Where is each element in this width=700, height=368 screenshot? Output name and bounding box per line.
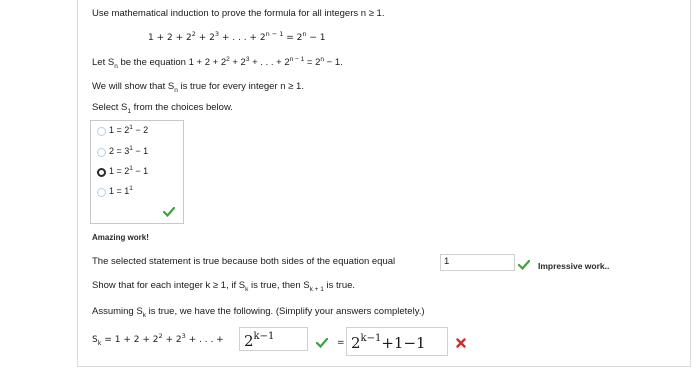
main-formula: 1 + 2 + 22 + 23 + . . . + 2n − 1 = 2n − …	[148, 30, 326, 43]
choice-4-label[interactable]: 1 = 11	[109, 185, 133, 196]
sk-term-correct-check-icon	[316, 338, 328, 348]
statement-correct-check-icon	[518, 260, 530, 270]
choice-2-label[interactable]: 2 = 31 − 1	[109, 145, 148, 156]
select-s1-line: Select S1 from the choices below.	[92, 102, 233, 115]
sk-term-answer-value: 2k−1	[244, 331, 275, 351]
sk-equation-lhs: Sk = 1 + 2 + 22 + 23 + . . . +	[92, 332, 224, 347]
sk-rhs-answer-value: 2k−1+1−1	[351, 333, 426, 353]
choice-1-label[interactable]: 1 = 21 − 2	[109, 124, 148, 135]
show-induction-line: Show that for each integer k ≥ 1, if Sk …	[92, 280, 356, 293]
let-sn-line: Let Sn be the equation 1 + 2 + 22 + 23 +…	[92, 56, 343, 70]
statement-line: The selected statement is true because b…	[92, 256, 396, 267]
choice-3-radio-selected[interactable]	[97, 168, 106, 177]
amazing-work-feedback: Amazing work!	[92, 233, 149, 242]
question-prompt: Use mathematical induction to prove the …	[92, 8, 385, 19]
choice-4-radio[interactable]	[97, 188, 106, 197]
choices-box: 1 = 21 − 2 2 = 31 − 1 1 = 21 − 1 1 = 11	[90, 120, 184, 224]
impressive-work-feedback: Impressive work..	[538, 261, 610, 271]
statement-answer-box[interactable]: 1	[440, 254, 515, 271]
sk-rhs-answer-box[interactable]: 2k−1+1−1	[346, 327, 448, 356]
sk-term-answer-box[interactable]: 2k−1	[239, 327, 308, 351]
choice-3-label[interactable]: 1 = 21 − 1	[109, 165, 148, 176]
choice-1-radio[interactable]	[97, 127, 106, 136]
choice-correct-check-icon	[163, 207, 175, 217]
choice-2-radio[interactable]	[97, 148, 106, 157]
statement-answer-value: 1	[444, 256, 450, 267]
assuming-line: Assuming Sk is true, we have the followi…	[92, 306, 425, 319]
sk-rhs-wrong-x-icon	[456, 338, 466, 348]
equals-sign: =	[337, 338, 345, 348]
show-sn-line: We will show that Sn is true for every i…	[92, 81, 304, 94]
